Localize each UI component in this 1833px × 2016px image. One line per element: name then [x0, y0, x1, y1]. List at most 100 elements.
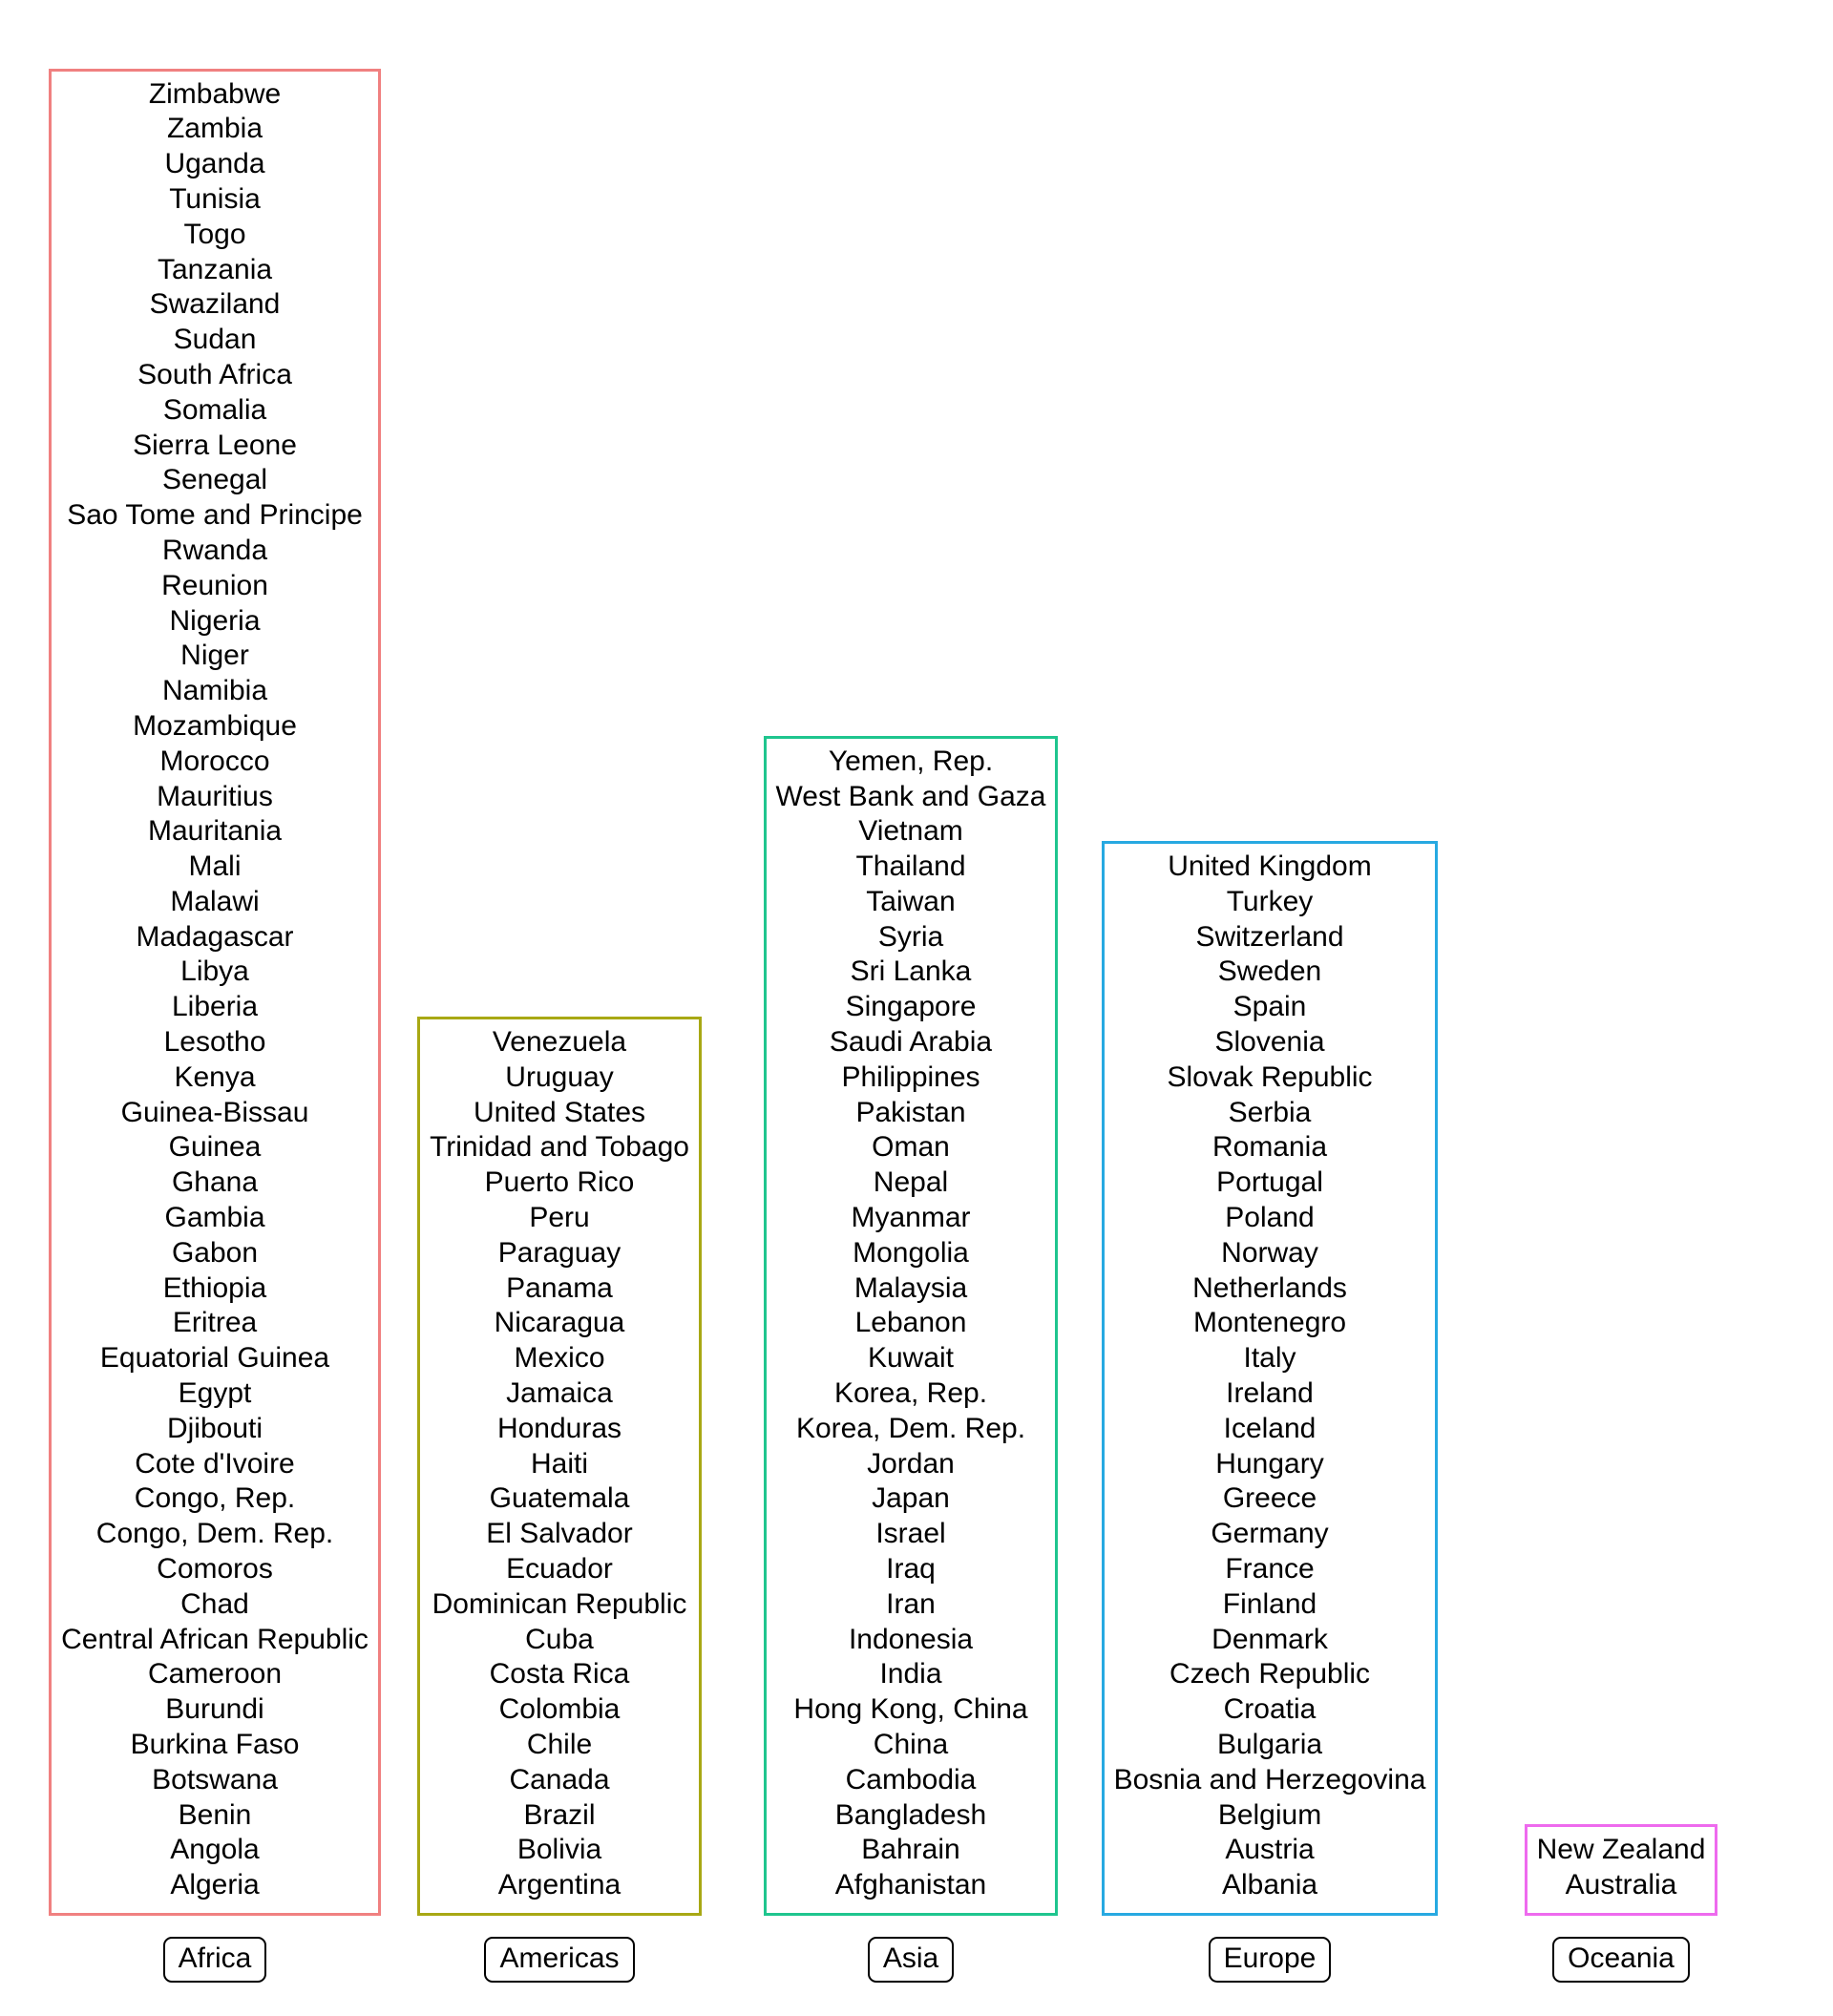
continent-column-americas: Venezuela Uruguay United States Trinidad an…	[406, 1017, 713, 1983]
country-item: Panama	[506, 1271, 613, 1304]
country-list-box-africa: Zimbabwe Zambia Uganda Tunisia Togo Tanzania S…	[49, 68, 381, 1916]
country-item: Bosnia and Herzegovina	[1113, 1763, 1426, 1796]
continent-label-wrap-africa: Africa	[53, 1937, 377, 1983]
continent-label-wrap-asia: Asia	[749, 1937, 1072, 1983]
country-item: Portugal	[1216, 1166, 1323, 1199]
country-item: Kenya	[174, 1060, 256, 1093]
country-item: Ethiopia	[162, 1271, 267, 1304]
continent-label-wrap-oceania: Oceania	[1464, 1937, 1779, 1983]
country-item: Uruguay	[505, 1060, 614, 1093]
country-item: Italy	[1243, 1342, 1296, 1375]
country-item: Serbia	[1228, 1096, 1312, 1128]
country-item: Czech Republic	[1169, 1658, 1371, 1690]
country-item: Ecuador	[506, 1553, 613, 1586]
country-item: Romania	[1211, 1131, 1328, 1164]
continent-label-asia[interactable]: Asia	[867, 1937, 955, 1983]
continent-label-africa[interactable]: Africa	[162, 1937, 267, 1983]
country-item: Israel	[875, 1518, 946, 1550]
country-item: Australia	[1565, 1869, 1677, 1901]
country-item: Syria	[877, 920, 944, 953]
country-item: United Kingdom	[1168, 850, 1372, 883]
country-item: Congo, Dem. Rep.	[95, 1518, 334, 1550]
country-item: France	[1225, 1553, 1315, 1586]
country-item: Senegal	[161, 464, 268, 496]
country-item: Mozambique	[133, 709, 297, 742]
country-item: Pakistan	[855, 1096, 966, 1128]
country-item: Guinea-Bissau	[120, 1096, 309, 1128]
country-item: Liberia	[171, 991, 259, 1023]
country-item: Malawi	[170, 885, 260, 917]
country-item: Trinidad and Tobago	[430, 1131, 689, 1164]
country-item: Taiwan	[866, 885, 956, 917]
country-item: Algeria	[170, 1869, 260, 1901]
country-item: Ireland	[1226, 1377, 1314, 1410]
country-item: Oman	[872, 1131, 950, 1164]
country-item: Chile	[526, 1729, 593, 1761]
country-item: Norway	[1221, 1236, 1318, 1269]
country-item: Nicaragua	[494, 1307, 625, 1339]
figure-canvas: Zimbabwe Zambia Uganda Tunisia Togo Tanzania S…	[0, 0, 1833, 2016]
country-item: Afghanistan	[834, 1869, 987, 1901]
country-item: Netherlands	[1192, 1271, 1347, 1304]
country-item: Somalia	[162, 393, 267, 426]
country-item: South Africa	[137, 358, 292, 390]
country-item: Eritrea	[172, 1307, 258, 1339]
country-item: Reunion	[161, 569, 268, 601]
continent-label-americas[interactable]: Americas	[484, 1937, 635, 1983]
country-item: Gabon	[171, 1236, 259, 1269]
continent-label-wrap-europe: Europe	[1107, 1937, 1432, 1983]
continent-column-africa: Zimbabwe Zambia Uganda Tunisia Togo Tanzania S…	[49, 68, 381, 1983]
country-item: Puerto Rico	[484, 1166, 635, 1199]
country-item: Guatemala	[489, 1482, 630, 1515]
country-item: Nigeria	[169, 604, 261, 637]
country-item: Burkina Faso	[130, 1729, 300, 1761]
continent-column-oceania: New Zealand Australia Oceania	[1464, 1824, 1779, 1983]
continent-column-asia: Yemen, Rep. West Bank and Gaza Vietnam Thai…	[749, 735, 1072, 1983]
country-item: Cameroon	[147, 1658, 283, 1690]
country-item: Jamaica	[506, 1377, 613, 1410]
country-item: Togo	[183, 218, 246, 250]
country-item: Argentina	[497, 1869, 622, 1901]
country-item: Comoros	[157, 1553, 273, 1586]
country-item: Bolivia	[516, 1834, 602, 1866]
country-item: Tanzania	[157, 253, 273, 285]
country-item: Slovak Republic	[1167, 1060, 1373, 1093]
country-item: Bahrain	[861, 1834, 960, 1866]
country-item: Sao Tome and Principe	[67, 499, 363, 532]
continent-label-oceania[interactable]: Oceania	[1552, 1937, 1690, 1983]
country-item: Paraguay	[497, 1236, 622, 1269]
country-item: Indonesia	[848, 1623, 974, 1655]
country-item: Botswana	[152, 1763, 278, 1796]
country-item: United States	[473, 1096, 646, 1128]
continent-label-europe[interactable]: Europe	[1208, 1937, 1332, 1983]
country-item: Sri Lanka	[850, 956, 972, 988]
country-list-africa: Zimbabwe Zambia Uganda Tunisia Togo Tanzania S…	[61, 77, 369, 1903]
country-item: Sweden	[1217, 956, 1322, 988]
country-item: Iran	[886, 1587, 936, 1620]
country-item: Korea, Rep.	[833, 1377, 988, 1410]
country-item: Morocco	[159, 745, 270, 777]
country-item: Saudi Arabia	[829, 1026, 993, 1059]
country-item: Rwanda	[161, 534, 268, 566]
country-item: Namibia	[161, 675, 268, 707]
country-item: Slovenia	[1214, 1026, 1325, 1059]
country-item: Tunisia	[169, 182, 261, 215]
country-item: Canada	[509, 1763, 610, 1796]
country-item: Equatorial Guinea	[99, 1342, 330, 1375]
country-item: Finland	[1222, 1587, 1317, 1620]
country-item: Turkey	[1226, 885, 1314, 917]
country-item: Philippines	[841, 1060, 980, 1093]
country-item: Malaysia	[853, 1271, 968, 1304]
country-list-box-oceania: New Zealand Australia	[1524, 1824, 1718, 1916]
country-item: Lebanon	[854, 1307, 967, 1339]
country-item: Ghana	[171, 1166, 259, 1199]
country-item: Mauritania	[147, 815, 283, 848]
country-item: Poland	[1225, 1202, 1315, 1234]
country-item: Costa Rica	[489, 1658, 630, 1690]
country-item: Thailand	[855, 850, 966, 883]
country-list-americas: Venezuela Uruguay United States Trinidad an…	[430, 1025, 689, 1903]
country-list-europe: United Kingdom Turkey Switzerland Sweden Spa…	[1114, 850, 1426, 1903]
country-list-asia: Yemen, Rep. West Bank and Gaza Vietnam Thai…	[776, 745, 1046, 1903]
country-item: Sudan	[173, 324, 257, 356]
country-item: Mali	[188, 850, 242, 883]
